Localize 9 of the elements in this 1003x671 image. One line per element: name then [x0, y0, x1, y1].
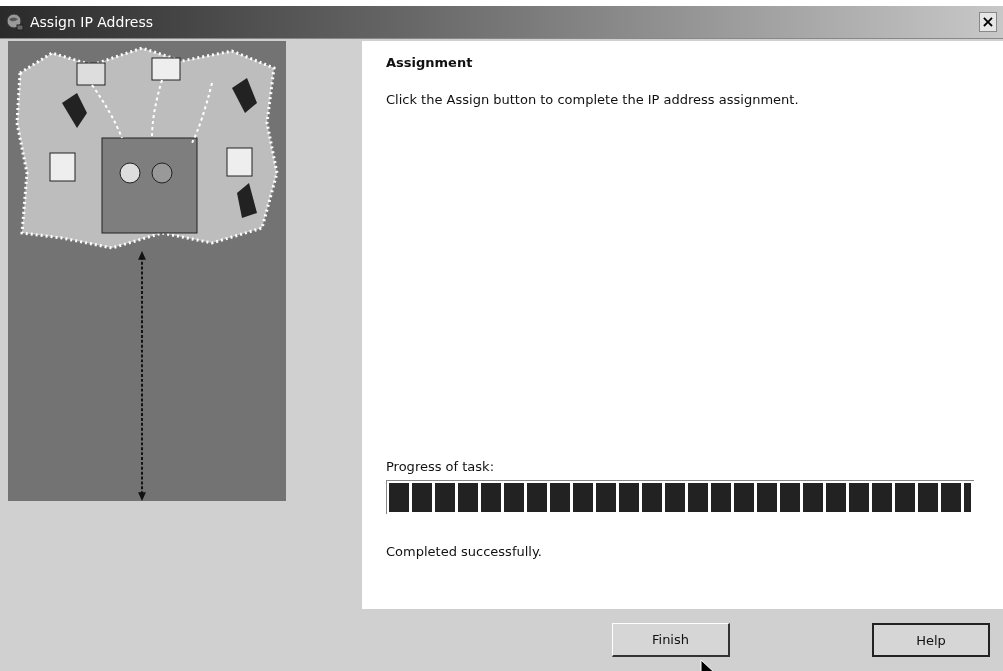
progress-label: Progress of task:	[386, 459, 496, 474]
instruction-text: Click the Assign button to complete the IP address assignment.	[386, 92, 800, 107]
close-button[interactable]: ×	[979, 12, 997, 32]
page-heading: Assignment	[386, 55, 474, 70]
finish-button[interactable]: Finish	[612, 623, 730, 657]
help-button[interactable]: Help	[872, 623, 990, 657]
window-title: Assign IP Address	[30, 14, 155, 30]
globe-icon	[6, 13, 24, 31]
status-text: Completed successfully.	[386, 544, 543, 559]
